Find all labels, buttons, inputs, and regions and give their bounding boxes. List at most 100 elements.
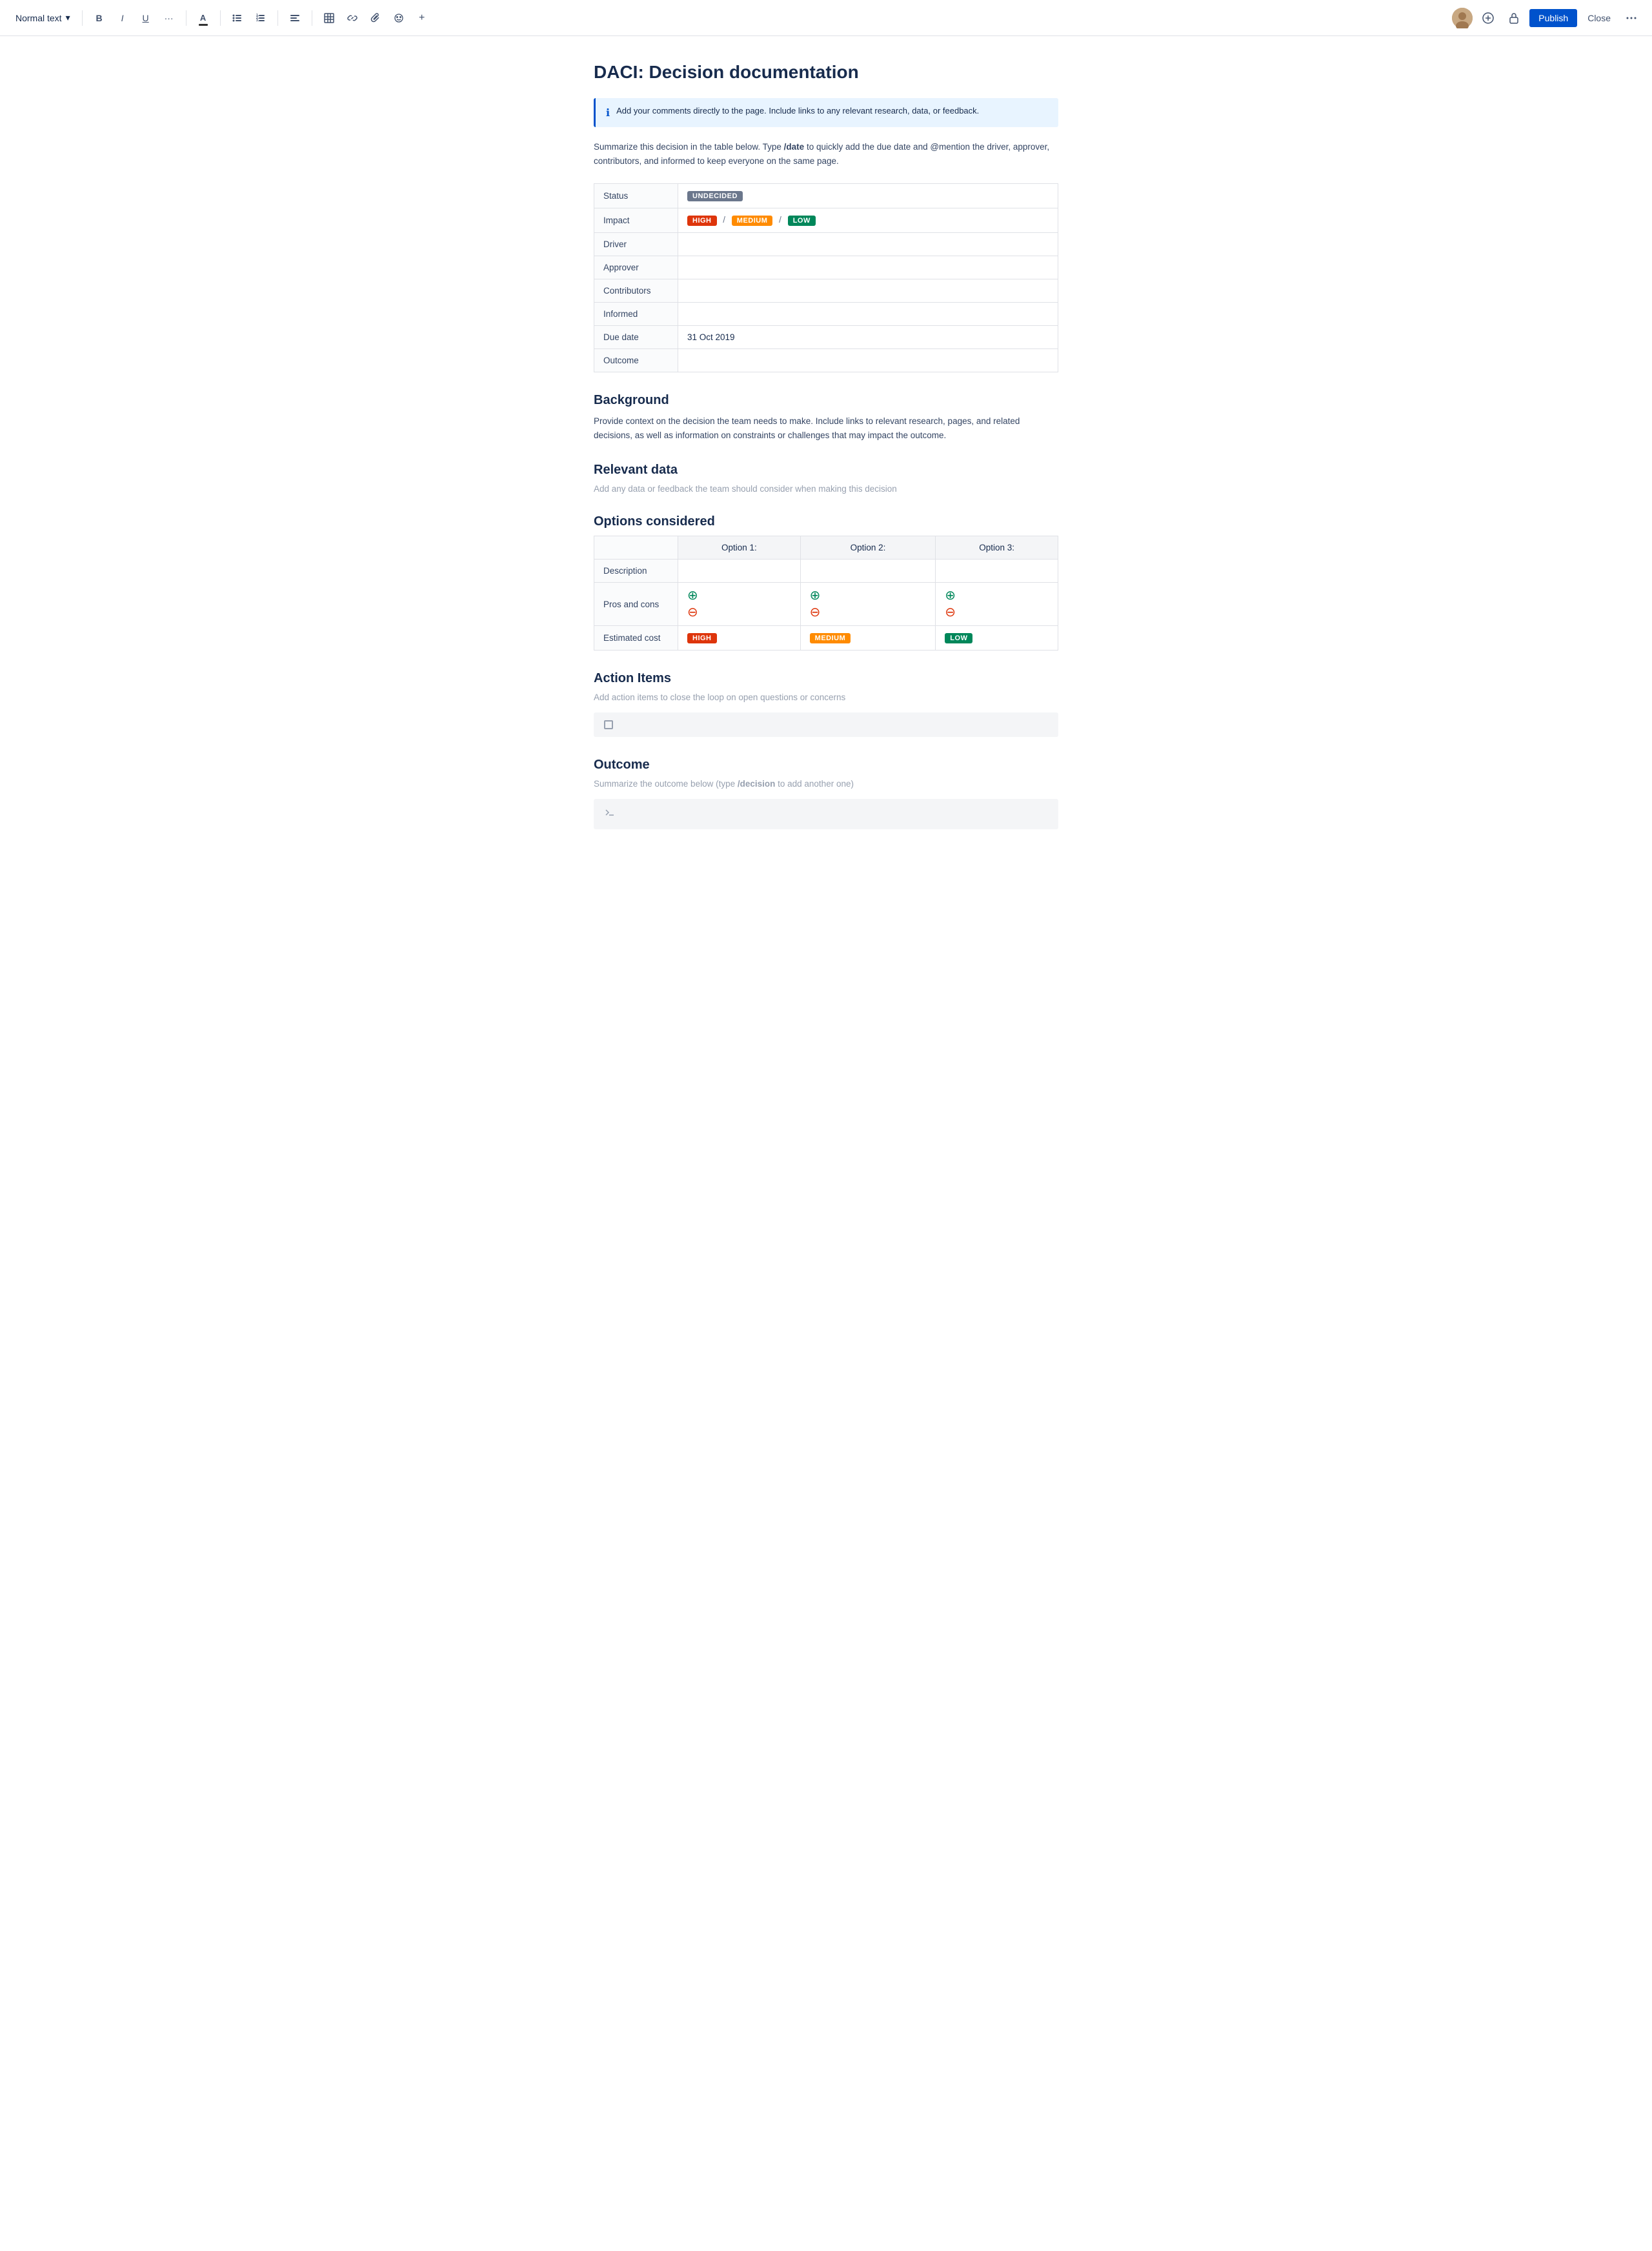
estimated-cost-label: Estimated cost	[594, 626, 678, 651]
info-banner-text: Add your comments directly to the page. …	[616, 106, 979, 116]
italic-button[interactable]: I	[112, 8, 133, 28]
action-item-box[interactable]	[594, 712, 1058, 737]
plus-icon-1: ⊕	[687, 589, 791, 602]
attachment-button[interactable]	[365, 8, 386, 28]
option3-cost[interactable]: LOW	[936, 626, 1058, 651]
status-label: Status	[594, 184, 678, 208]
option2-description[interactable]	[800, 560, 936, 583]
lock-button[interactable]	[1504, 8, 1524, 28]
table-row: Description	[594, 560, 1058, 583]
decision-svg-icon	[604, 807, 616, 818]
options-header-row: Option 1: Option 2: Option 3:	[594, 536, 1058, 560]
table-row: Contributors	[594, 279, 1058, 303]
approver-label: Approver	[594, 256, 678, 279]
text-color-icon: A	[200, 13, 206, 23]
minus-icon-1: ⊖	[687, 606, 791, 619]
table-button[interactable]	[319, 8, 339, 28]
option1-description[interactable]	[678, 560, 801, 583]
option2-pros-cons[interactable]: ⊕ ⊖	[800, 583, 936, 626]
option1-cost[interactable]: HIGH	[678, 626, 801, 651]
numbered-list-button[interactable]: 1. 2. 3.	[250, 8, 271, 28]
description-label: Description	[594, 560, 678, 583]
low-badge: LOW	[788, 216, 816, 226]
table-row: Outcome	[594, 349, 1058, 372]
plus-circle-icon	[1482, 12, 1495, 25]
alignment-button[interactable]	[285, 8, 305, 28]
cost2-badge: MEDIUM	[810, 633, 851, 643]
driver-value[interactable]	[678, 233, 1058, 256]
publish-button[interactable]: Publish	[1529, 9, 1577, 27]
action-items-title: Action Items	[594, 671, 1058, 686]
page-title: DACI: Decision documentation	[594, 62, 1058, 83]
option1-pros-cons[interactable]: ⊕ ⊖	[678, 583, 801, 626]
options-table: Option 1: Option 2: Option 3: Descriptio…	[594, 536, 1058, 651]
emoji-icon	[394, 13, 404, 23]
text-color-button[interactable]: A	[193, 8, 214, 28]
contributors-value[interactable]	[678, 279, 1058, 303]
add-collaborator-button[interactable]	[1478, 8, 1498, 28]
pros-cons-label: Pros and cons	[594, 583, 678, 626]
high-badge: HIGH	[687, 216, 717, 226]
options-empty-header	[594, 536, 678, 560]
informed-value[interactable]	[678, 303, 1058, 326]
pros-cons-cell-3: ⊕ ⊖	[945, 589, 1049, 619]
chevron-down-icon: ▾	[66, 12, 70, 23]
avatar-image	[1452, 8, 1473, 28]
pros-cons-cell-1: ⊕ ⊖	[687, 589, 791, 619]
outcome-description: Summarize the outcome below (type /decis…	[594, 779, 1058, 789]
option3-header: Option 3:	[936, 536, 1058, 560]
checkbox-placeholder[interactable]	[604, 720, 613, 729]
underline-button[interactable]: U	[136, 8, 156, 28]
intro-date-cmd: /date	[784, 142, 805, 152]
driver-label: Driver	[594, 233, 678, 256]
medium-badge: MEDIUM	[732, 216, 773, 226]
table-row: Estimated cost HIGH MEDIUM LOW	[594, 626, 1058, 651]
table-row: Status UNDECIDED	[594, 184, 1058, 208]
intro-text: Summarize this decision in the table bel…	[594, 140, 1058, 168]
impact-label: Impact	[594, 208, 678, 233]
table-row: Due date 31 Oct 2019	[594, 326, 1058, 349]
link-button[interactable]	[342, 8, 363, 28]
content-wrapper: DACI: Decision documentation ℹ Add your …	[581, 36, 1071, 881]
normal-text-button[interactable]: Normal text ▾	[10, 8, 76, 27]
outcome-value[interactable]	[678, 349, 1058, 372]
table-row: Driver	[594, 233, 1058, 256]
decision-icon	[604, 807, 616, 822]
more-formatting-button[interactable]: ···	[159, 8, 179, 28]
background-title: Background	[594, 393, 1058, 408]
option3-pros-cons[interactable]: ⊕ ⊖	[936, 583, 1058, 626]
approver-value[interactable]	[678, 256, 1058, 279]
option1-header: Option 1:	[678, 536, 801, 560]
plus-icon: +	[419, 12, 425, 24]
normal-text-label: Normal text	[15, 13, 62, 23]
relevant-data-description: Add any data or feedback the team should…	[594, 484, 1058, 494]
option2-cost[interactable]: MEDIUM	[800, 626, 936, 651]
table-row: Informed	[594, 303, 1058, 326]
contributors-label: Contributors	[594, 279, 678, 303]
due-date-value[interactable]: 31 Oct 2019	[678, 326, 1058, 349]
intro-text-before: Summarize this decision in the table bel…	[594, 142, 784, 152]
table-icon	[324, 13, 334, 23]
outcome-box[interactable]	[594, 799, 1058, 829]
toolbar-divider-3	[220, 10, 221, 26]
attachment-icon	[370, 13, 381, 23]
more-options-button[interactable]	[1621, 8, 1642, 28]
outcome-label: Outcome	[594, 349, 678, 372]
table-row: Pros and cons ⊕ ⊖ ⊕ ⊖ ⊕ ⊖	[594, 583, 1058, 626]
toolbar: Normal text ▾ B I U ··· A 1. 2.	[0, 0, 1652, 36]
toolbar-left: Normal text ▾ B I U ··· A 1. 2.	[10, 8, 432, 28]
more-icon	[1626, 12, 1637, 24]
due-date-label: Due date	[594, 326, 678, 349]
outcome-desc-before: Summarize the outcome below (type	[594, 779, 738, 789]
bold-button[interactable]: B	[89, 8, 110, 28]
insert-button[interactable]: +	[412, 8, 432, 28]
bullet-list-button[interactable]	[227, 8, 248, 28]
toolbar-divider-4	[277, 10, 278, 26]
table-row: Approver	[594, 256, 1058, 279]
option3-description[interactable]	[936, 560, 1058, 583]
emoji-button[interactable]	[388, 8, 409, 28]
background-description: Provide context on the decision the team…	[594, 414, 1058, 442]
impact-divider-2: /	[779, 215, 781, 225]
avatar[interactable]	[1452, 8, 1473, 28]
close-button[interactable]: Close	[1582, 9, 1616, 27]
